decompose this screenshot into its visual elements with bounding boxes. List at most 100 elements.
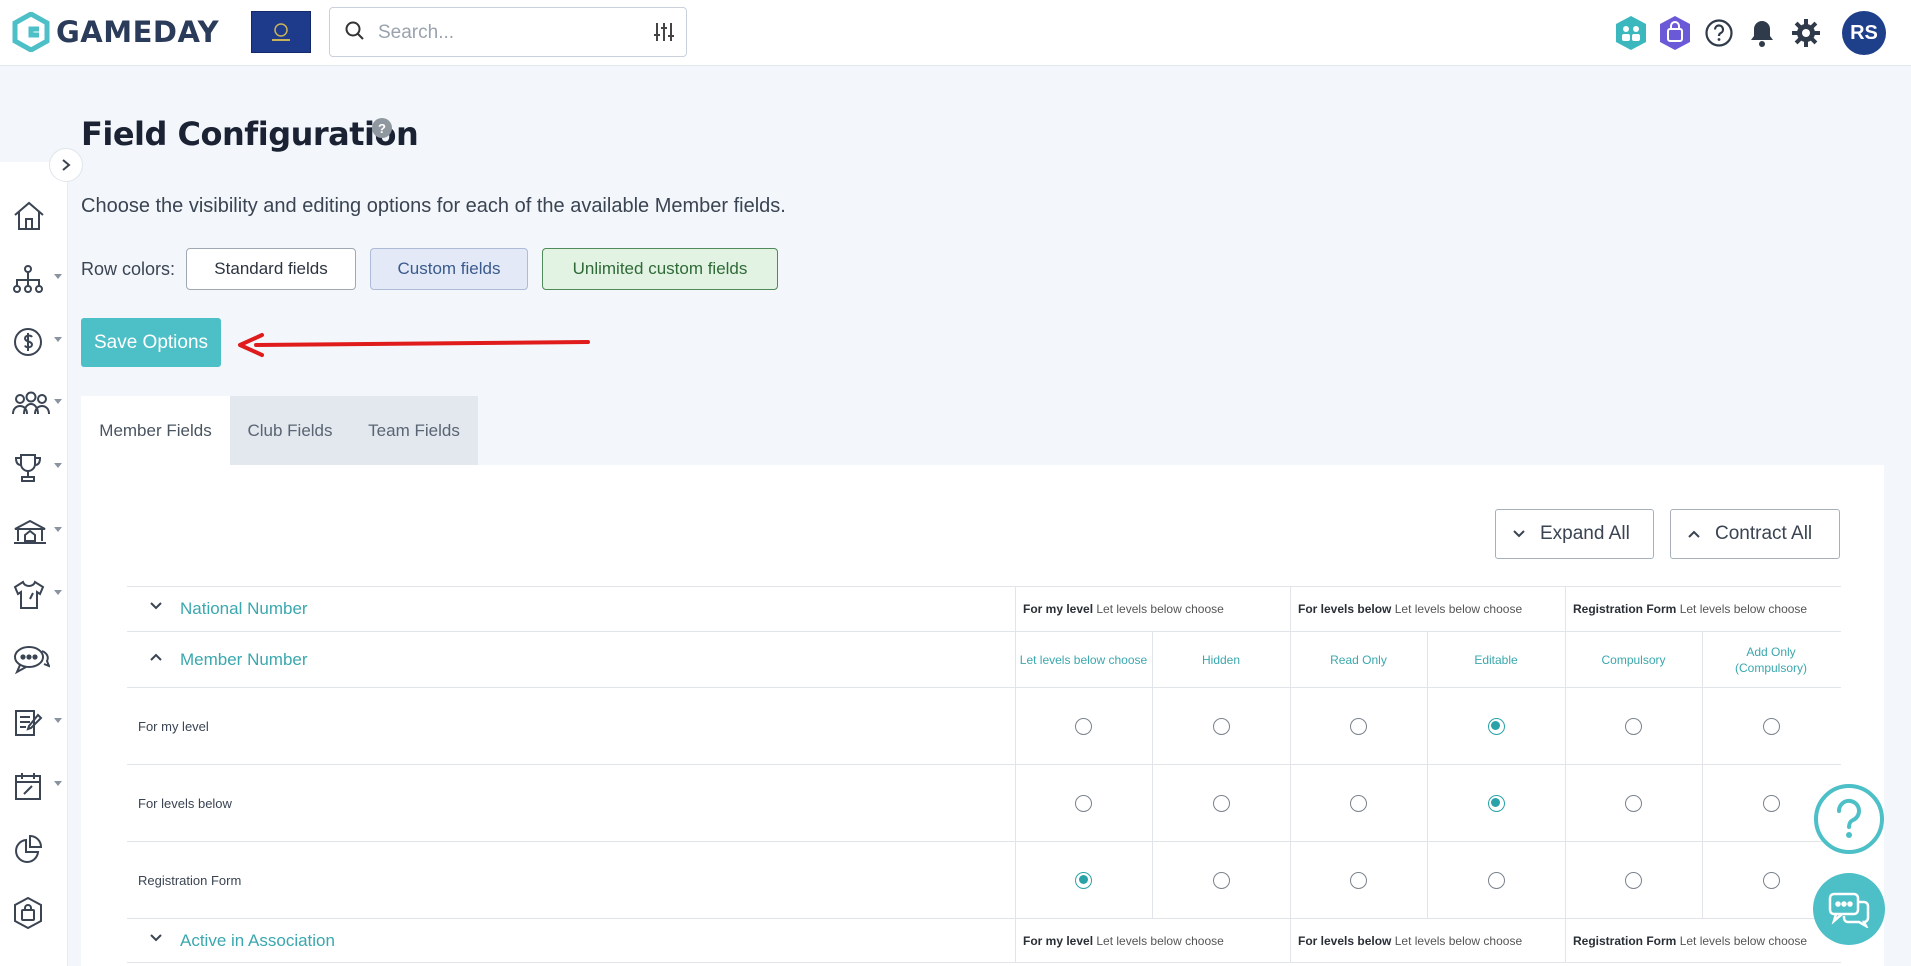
radio-compulsory[interactable]	[1625, 794, 1642, 812]
people-group-icon	[12, 391, 50, 415]
shop-bag-icon[interactable]	[1655, 13, 1695, 53]
page-subtitle: Choose the visibility and editing option…	[81, 195, 786, 217]
field-name[interactable]: Member Number	[180, 650, 308, 670]
page-title: Field Configuration	[81, 115, 419, 153]
radio-hidden[interactable]	[1212, 717, 1230, 735]
calendar-icon	[15, 773, 41, 800]
search-box	[329, 7, 687, 57]
row-colors-label: Row colors:	[81, 259, 176, 279]
radio-add-only-compulsory[interactable]	[1762, 871, 1780, 889]
top-bar: GAMEDAY RS	[0, 0, 1911, 66]
chevron-up-icon[interactable]	[149, 652, 163, 662]
radio-editable[interactable]	[1487, 794, 1505, 812]
sidebar-item-registrations[interactable]	[12, 703, 64, 743]
gameday-logo[interactable]: GAMEDAY	[12, 11, 219, 53]
sidebar-item-shop[interactable]	[12, 893, 64, 933]
notifications-bell-icon[interactable]	[1742, 13, 1782, 53]
field-name[interactable]: Active in Association	[180, 931, 335, 951]
chevron-down-icon[interactable]	[149, 601, 163, 611]
floating-help-button[interactable]	[1814, 784, 1884, 854]
chat-bubbles-icon	[14, 646, 50, 675]
radio-editable[interactable]	[1487, 871, 1505, 889]
sidebar-item-teams[interactable]	[12, 575, 64, 615]
sidebar-item-home[interactable]	[12, 196, 64, 236]
radio-hidden[interactable]	[1212, 871, 1230, 889]
chat-icon	[1828, 892, 1870, 928]
chevron-down-icon	[54, 274, 62, 279]
expand-all-button[interactable]: Expand All	[1495, 509, 1654, 559]
tab-club-fields[interactable]: Club Fields	[230, 396, 350, 465]
radio-compulsory[interactable]	[1625, 871, 1642, 889]
chevron-right-icon	[62, 159, 71, 171]
sidebar-item-clubs[interactable]	[12, 512, 64, 552]
chevron-down-icon	[54, 718, 62, 723]
field-row-national-number[interactable]: National Number For my level Let levels …	[127, 586, 1841, 631]
column-hidden: Hidden	[1201, 652, 1241, 667]
radio-add-only-compulsory[interactable]	[1762, 794, 1780, 812]
chevron-down-icon	[54, 527, 62, 532]
shopping-bag-icon	[14, 896, 42, 930]
floating-chat-button[interactable]	[1813, 873, 1885, 945]
question-mark-icon	[1836, 798, 1861, 838]
radio-let-levels-below-choose[interactable]	[1075, 871, 1092, 889]
question-mark-icon[interactable]: ?	[372, 118, 392, 138]
column-editable: Editable	[1474, 652, 1518, 667]
column-read-only: Read Only	[1330, 652, 1387, 667]
chevron-down-icon[interactable]	[149, 933, 163, 943]
sidebar-item-finance[interactable]	[12, 322, 64, 362]
summary-registration-form: Registration Form Let levels below choos…	[1573, 602, 1808, 616]
radio-read-only[interactable]	[1350, 794, 1367, 812]
option-row-label: Registration Form	[138, 872, 242, 888]
field-name[interactable]: National Number	[180, 599, 308, 619]
legend-custom-fields: Custom fields	[370, 248, 528, 290]
save-options-button[interactable]: Save Options	[81, 318, 221, 367]
option-row: For levels below	[127, 764, 1841, 841]
sidebar-item-reports[interactable]	[12, 830, 64, 870]
summary-levels-below: For levels below Let levels below choose	[1298, 933, 1523, 948]
radio-let-levels-below-choose[interactable]	[1075, 794, 1092, 812]
column-compulsory: Compulsory	[1601, 652, 1666, 667]
hierarchy-icon	[13, 265, 43, 293]
radio-read-only[interactable]	[1350, 871, 1367, 889]
contract-all-button[interactable]: Contract All	[1670, 509, 1840, 559]
sidebar-item-members[interactable]	[12, 384, 64, 424]
pie-chart-icon	[15, 834, 43, 863]
radio-add-only-compulsory[interactable]	[1762, 717, 1780, 735]
community-icon[interactable]	[1611, 13, 1651, 53]
chevron-down-icon	[1512, 529, 1526, 539]
form-edit-icon	[15, 710, 43, 736]
field-row-active-in-association[interactable]: Active in Association For my level Let l…	[127, 918, 1841, 963]
summary-levels-below: For levels below Let levels below choose	[1298, 602, 1523, 616]
sidebar-item-competitions[interactable]	[12, 448, 64, 488]
search-icon	[344, 20, 366, 47]
summary-registration-form: Registration Form Let levels below choos…	[1573, 933, 1808, 948]
option-row-label: For my level	[138, 718, 209, 734]
sidebar-item-organisation[interactable]	[12, 259, 64, 299]
help-icon[interactable]	[1699, 13, 1739, 53]
sidebar-toggle-button[interactable]	[49, 148, 83, 182]
tab-member-fields[interactable]: Member Fields	[81, 396, 230, 465]
settings-gear-icon[interactable]	[1786, 13, 1826, 53]
red-arrow-annotation-icon	[238, 333, 590, 357]
sidebar-item-events[interactable]	[12, 766, 64, 806]
jersey-icon	[13, 580, 45, 609]
search-input[interactable]	[378, 20, 638, 46]
organisation-logo[interactable]	[251, 11, 311, 53]
brand-name: GAMEDAY	[56, 15, 220, 49]
column-let-levels-below-choose: Let levels below choose	[1019, 652, 1148, 667]
field-row-member-number[interactable]: Member Number Let levels below choose Hi…	[127, 631, 1841, 687]
summary-my-level: For my level Let levels below choose	[1023, 602, 1224, 616]
chevron-up-icon	[1687, 529, 1701, 539]
radio-let-levels-below-choose[interactable]	[1075, 717, 1092, 735]
radio-editable[interactable]	[1487, 717, 1505, 735]
option-row: For my level	[127, 687, 1841, 764]
radio-read-only[interactable]	[1350, 717, 1367, 735]
radio-hidden[interactable]	[1212, 794, 1230, 812]
radio-compulsory[interactable]	[1625, 717, 1642, 735]
sidebar-item-communications[interactable]	[12, 639, 64, 679]
column-add-only-compulsory: Add Only (Compulsory)	[1734, 644, 1807, 675]
legend-standard-fields: Standard fields	[186, 248, 356, 290]
filter-sliders-icon[interactable]	[652, 20, 676, 49]
tab-team-fields[interactable]: Team Fields	[350, 396, 478, 465]
user-avatar[interactable]: RS	[1842, 11, 1886, 55]
